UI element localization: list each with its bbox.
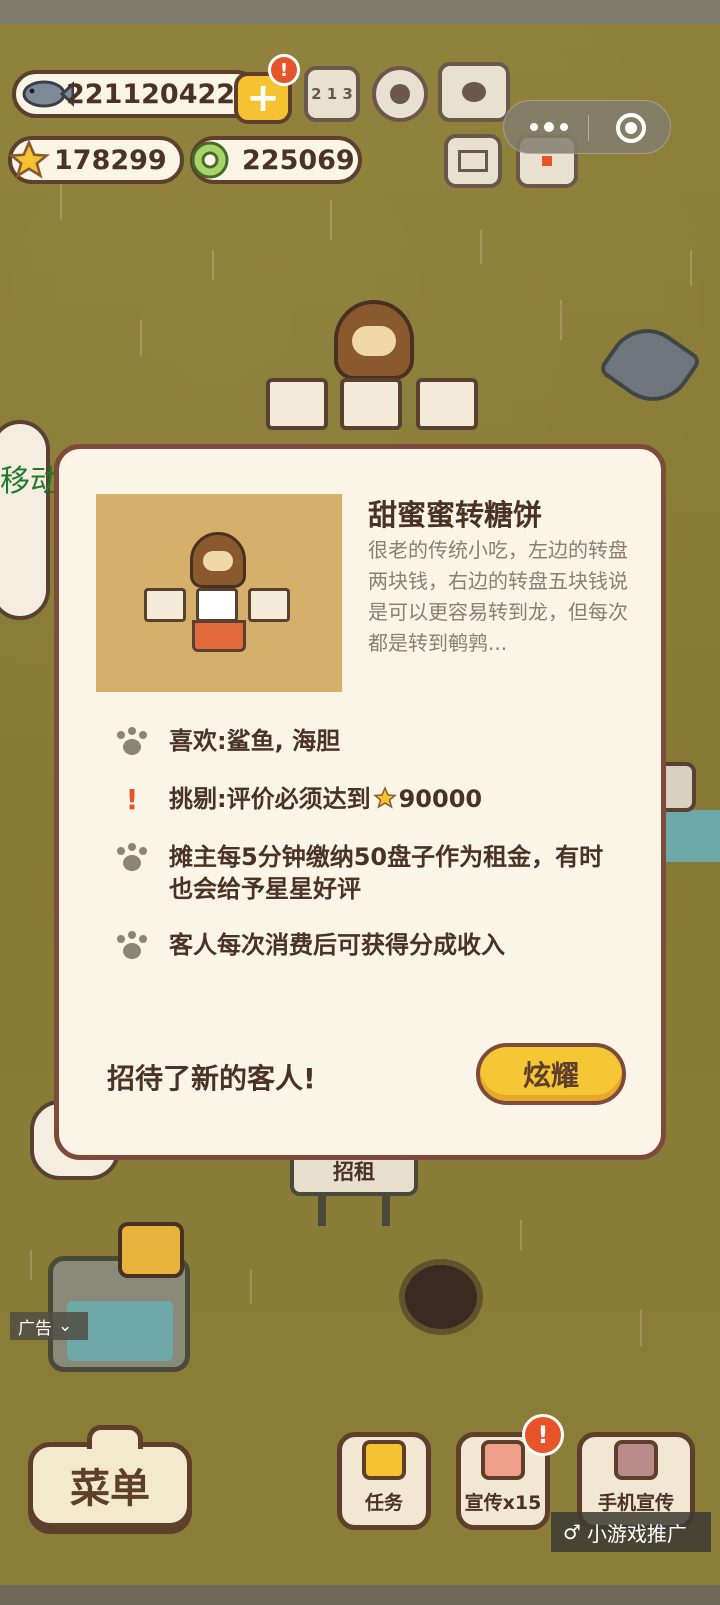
rule-item: ! 挑剔:评价必须达到 90000	[115, 783, 483, 816]
new-guest-message: 招待了新的客人!	[107, 1062, 316, 1095]
show-off-label: 炫耀	[522, 1059, 579, 1092]
rule-text: 摊主每5分钟缴纳50盘子作为租金，有时也会给予星星好评	[169, 843, 604, 903]
sloth-vendor-icon	[190, 532, 246, 588]
rule-item: 摊主每5分钟缴纳50盘子作为租金，有时也会给予星星好评	[115, 841, 615, 905]
rule-text: 挑剔:评价必须达到 90000	[169, 783, 482, 815]
star-icon	[372, 786, 397, 809]
rule-text-before: 挑剔:评价必须达到	[169, 785, 371, 813]
show-off-button[interactable]: 炫耀	[476, 1043, 626, 1105]
stall-illustration	[96, 494, 342, 692]
paw-icon	[115, 843, 149, 873]
stall-description: 很老的传统小吃，左边的转盘两块钱，右边的转盘五块钱说是可以更容易转到龙，但每次都…	[368, 538, 628, 655]
new-guest-dialog: 甜蜜蜜转糖饼 很老的传统小吃，左边的转盘两块钱，右边的转盘五块钱说是可以更容易转…	[54, 444, 666, 1160]
paw-icon	[115, 727, 149, 757]
rule-item: 喜欢:鲨鱼, 海胆	[115, 725, 340, 757]
stall-title: 甜蜜蜜转糖饼	[368, 498, 543, 532]
exclamation-icon: !	[125, 783, 139, 816]
rule-threshold: 90000	[398, 785, 483, 813]
rule-text: 喜欢:鲨鱼, 海胆	[169, 727, 341, 755]
rule-item: 客人每次消费后可获得分成收入	[115, 929, 505, 961]
rule-text: 客人每次消费后可获得分成收入	[169, 931, 505, 959]
paw-icon	[115, 931, 149, 961]
